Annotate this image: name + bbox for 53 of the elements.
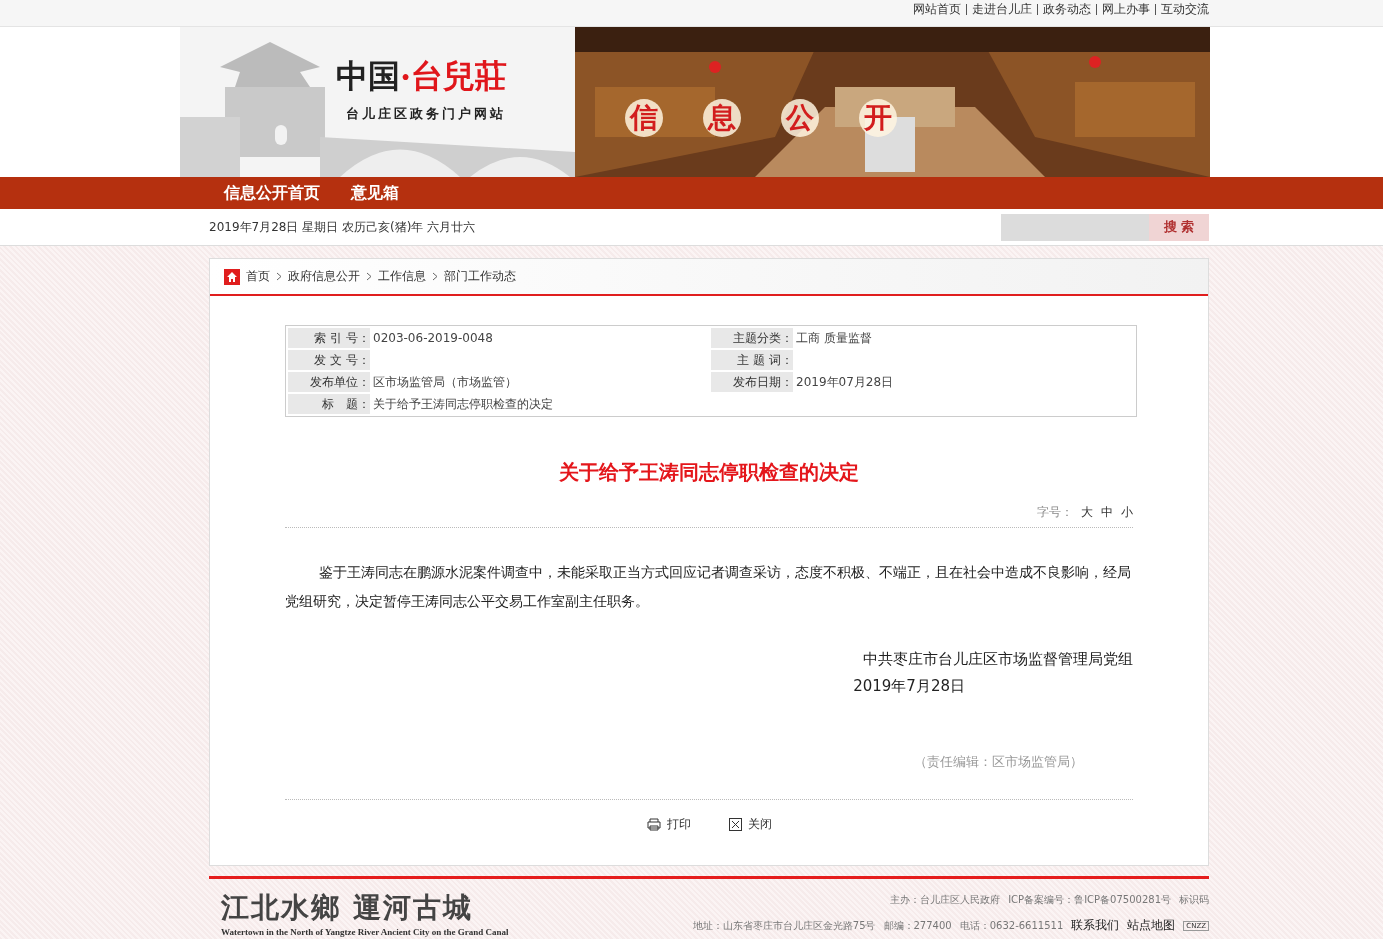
top-nav-link[interactable]: 互动交流	[1161, 0, 1209, 18]
footer-info: 邮编：277400	[883, 918, 952, 933]
footer-info: 电话：0632-6611511	[959, 918, 1064, 933]
print-icon	[646, 818, 661, 831]
chevron-icon	[432, 272, 438, 281]
search-field[interactable]	[1001, 213, 1149, 241]
info-label: 发布日期：	[711, 372, 793, 392]
font-size-link[interactable]: 大	[1081, 504, 1093, 521]
font-size-link[interactable]: 中	[1101, 504, 1113, 521]
info-label: 发布单位：	[288, 372, 370, 392]
info-value: 关于给予王涛同志停职检查的决定	[372, 395, 553, 413]
breadcrumb-link[interactable]: 部门工作动态	[444, 268, 516, 285]
font-size-label: 字号：	[1037, 504, 1073, 521]
breadcrumb-link[interactable]: 工作信息	[378, 268, 426, 285]
editor-note: （责任编辑：区市场监管局）	[914, 754, 1083, 769]
footer-info: 主办：台儿庄区人民政府	[890, 893, 1001, 907]
chevron-icon	[276, 272, 282, 281]
top-nav-link[interactable]: 网上办事	[1102, 0, 1150, 18]
font-size-link[interactable]: 小	[1121, 504, 1133, 521]
nav-link[interactable]: 意见箱	[351, 182, 399, 204]
footer-slogan-english: Watertown in the North of Yangtze River Ancient City on the Grand Canal	[221, 927, 509, 937]
footer-link[interactable]: 站点地图	[1127, 917, 1176, 934]
article-paragraph: 鉴于王涛同志在鹏源水泥案件调查中，未能采取正当方式回应记者调查采访，态度不积极、不端正，且在社会中造成不良影响，经局党组研究，决定暂停王涛同志公平交易工作室副主任职务。	[285, 563, 1132, 611]
info-label: 发 文 号：	[288, 350, 370, 370]
info-value: 区市场监管局（市场监管）	[372, 373, 517, 391]
nav-link[interactable]: 信息公开首页	[224, 182, 320, 204]
info-value: 2019年07月28日	[795, 373, 894, 391]
info-label: 主题分类：	[711, 328, 793, 348]
footer-link[interactable]: 联系我们	[1071, 917, 1120, 934]
top-nav-link[interactable]: 政务动态	[1043, 0, 1091, 18]
breadcrumb-link[interactable]: 首页	[246, 268, 270, 285]
info-value: 工商 质量监督	[795, 329, 872, 347]
print-link[interactable]: 打印	[646, 816, 691, 833]
top-nav-link[interactable]: 网站首页	[913, 0, 961, 18]
home-icon	[224, 268, 240, 285]
search-button[interactable]: 搜 索	[1149, 213, 1209, 241]
chevron-icon	[366, 272, 372, 281]
footer-info: 地址：山东省枣庄市台儿庄区金光路75号	[692, 918, 876, 933]
breadcrumb-link[interactable]: 政府信息公开	[288, 268, 360, 285]
top-nav-link[interactable]: 走进台儿庄	[972, 0, 1032, 18]
info-label: 标 题：	[288, 394, 370, 414]
date-text: 2019年7月28日 星期日 农历己亥(猪)年 六月廿六	[209, 218, 476, 236]
footer-info: 标识码	[1179, 893, 1209, 907]
close-link[interactable]: 关闭	[728, 816, 772, 833]
close-icon	[728, 818, 742, 831]
footer-info: ICP备案编号：鲁ICP备07500281号	[1008, 893, 1171, 907]
article-title: 关于给予王涛同志停职检查的决定	[558, 459, 860, 486]
info-label: 主 题 词：	[711, 350, 793, 370]
info-value: 0203-06-2019-0048	[372, 331, 493, 345]
signature-date: 2019年7月28日	[853, 677, 965, 696]
info-label: 索 引 号：	[288, 328, 370, 348]
signature: 中共枣庄市台儿庄区市场监督管理局党组	[863, 650, 1133, 669]
footer-slogan: 江北水鄉 運河古城	[221, 890, 474, 926]
